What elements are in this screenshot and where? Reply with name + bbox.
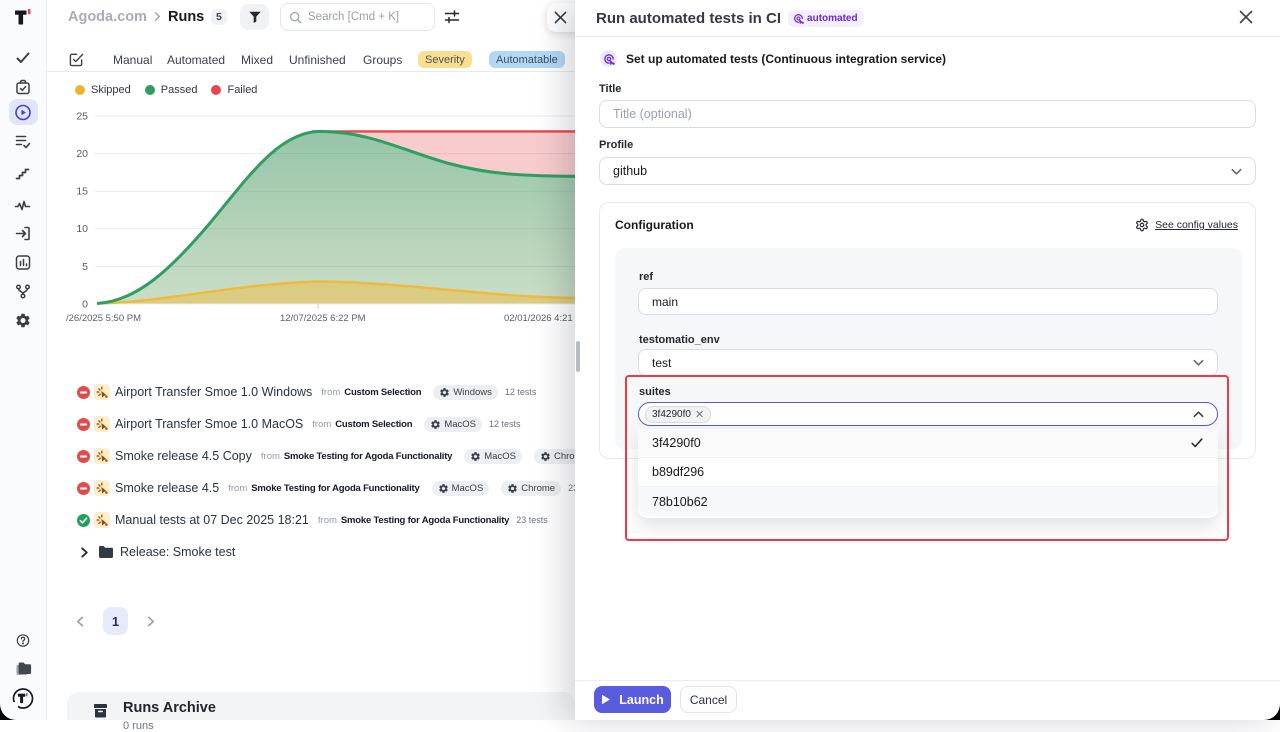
- svg-text:25: 25: [76, 111, 88, 123]
- svg-text:0: 0: [82, 299, 88, 311]
- svg-text:5: 5: [82, 261, 88, 273]
- svg-text:10: 10: [76, 223, 88, 235]
- svg-text:15: 15: [76, 186, 88, 198]
- svg-text:20: 20: [76, 148, 88, 160]
